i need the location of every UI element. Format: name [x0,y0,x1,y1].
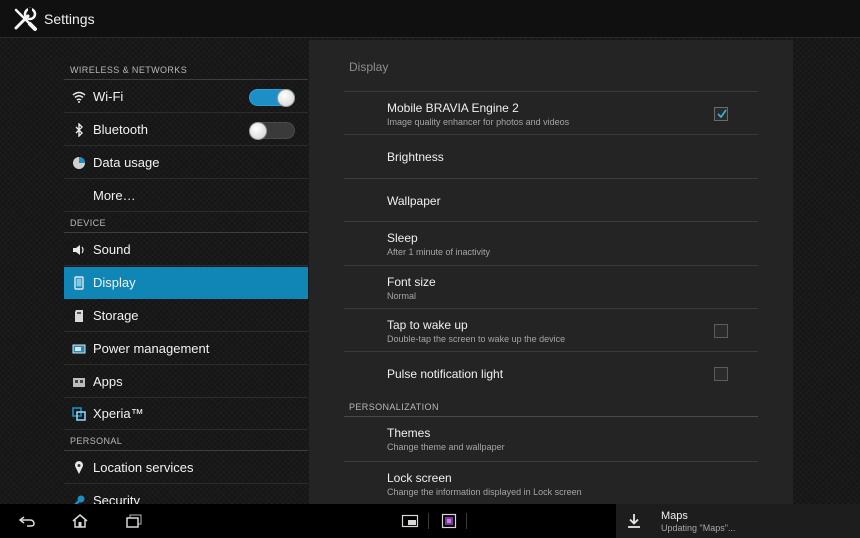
sidebar-item-label: Security [93,493,140,504]
security-icon [71,493,87,504]
bluetooth-toggle[interactable] [249,122,295,140]
setting-row-themes[interactable]: Themes Change theme and wallpaper [344,417,758,460]
section-header-personalization: PERSONALIZATION [349,402,439,412]
toggle-knob [249,122,267,140]
small-app-gallery-icon[interactable] [438,511,460,531]
display-icon [71,275,87,291]
sidebar-item-label: Power management [93,341,210,356]
setting-title: Themes [387,426,431,440]
wifi-icon [71,89,87,105]
sidebar-item-display[interactable]: Display [64,267,308,299]
setting-title: Pulse notification light [387,367,504,381]
sidebar-item-bluetooth[interactable]: Bluetooth [64,114,308,146]
action-bar: Settings [0,0,860,38]
setting-title: Tap to wake up [387,318,468,332]
storage-icon [71,308,87,324]
setting-row-wallpaper[interactable]: Wallpaper [344,178,758,221]
setting-subtitle: After 1 minute of inactivity [387,247,491,257]
setting-row-font-size[interactable]: Font size Normal [344,265,758,308]
sidebar-item-apps[interactable]: Apps [64,366,308,398]
wifi-toggle[interactable] [249,89,295,107]
sidebar-item-storage[interactable]: Storage [64,300,308,332]
setting-row-tap-to-wake[interactable]: Tap to wake up Double-tap the screen to … [344,308,758,351]
settings-sidebar: WIRELESS & NETWORKS Wi-Fi Bluetooth Data… [64,38,308,504]
sidebar-item-label: Location services [93,460,194,475]
setting-subtitle: Double-tap the screen to wake up the dev… [387,334,566,344]
section-divider [64,79,308,80]
setting-title: Font size [387,275,436,289]
setting-title: Sleep [387,231,418,245]
apps-icon [71,374,87,390]
wrench-screwdriver-icon[interactable] [11,5,39,33]
sidebar-item-label: Data usage [93,155,160,170]
sidebar-item-location-services[interactable]: Location services [64,452,308,484]
app-title: Settings [44,10,95,27]
sidebar-item-label: Apps [93,374,123,389]
download-icon [628,514,640,528]
display-settings-panel: Display Mobile BRAVIA Engine 2 Image qua… [309,40,793,504]
section-divider [64,232,308,233]
tap-to-wake-checkbox[interactable] [714,324,728,338]
xperia-icon [71,406,87,422]
home-icon[interactable] [69,511,91,531]
location-icon [71,460,87,476]
sidebar-item-label: Sound [93,242,131,257]
sidebar-item-label: More… [93,188,136,203]
toggle-knob [277,89,295,107]
section-header-device: DEVICE [70,218,106,228]
speaker-icon [71,242,87,258]
setting-subtitle: Image quality enhancer for photos and vi… [387,117,570,127]
sidebar-item-label: Storage [93,308,139,323]
panel-title: Display [349,60,389,74]
battery-icon [71,341,87,357]
navbar-divider [466,513,467,529]
section-divider [64,450,308,451]
setting-row-brightness[interactable]: Brightness [344,134,758,177]
data-usage-icon [71,155,87,171]
setting-row-bravia-engine[interactable]: Mobile BRAVIA Engine 2 Image quality enh… [344,91,758,134]
setting-row-pulse-notification[interactable]: Pulse notification light [344,351,758,394]
sidebar-item-xperia[interactable]: Xperia™ [64,398,308,430]
section-header-wireless: WIRELESS & NETWORKS [70,65,188,75]
checkmark-icon [717,109,727,119]
sidebar-item-label: Bluetooth [93,122,148,137]
system-navigation-bar: Maps Updating "Maps"... [0,504,860,538]
navbar-divider [428,513,429,529]
notification-title: Maps [661,509,688,522]
setting-row-sleep[interactable]: Sleep After 1 minute of inactivity [344,221,758,264]
sidebar-item-data-usage[interactable]: Data usage [64,147,308,179]
setting-subtitle: Normal [387,291,417,301]
sidebar-item-security[interactable]: Security [64,485,308,504]
sidebar-item-label: Xperia™ [93,406,144,421]
bravia-engine-checkbox[interactable] [714,107,728,121]
sidebar-item-sound[interactable]: Sound [64,234,308,266]
sidebar-item-more[interactable]: More… [64,180,308,212]
recent-apps-icon[interactable] [123,511,145,531]
setting-title: Brightness [387,150,444,164]
setting-title: Wallpaper [387,194,441,208]
setting-title: Mobile BRAVIA Engine 2 [387,101,519,115]
bluetooth-icon [71,122,87,138]
sidebar-item-label: Wi-Fi [93,89,124,104]
section-header-personal: PERSONAL [70,436,123,446]
setting-row-lock-screen[interactable]: Lock screen Change the information displ… [344,461,758,504]
pulse-notification-checkbox[interactable] [714,367,728,381]
setting-title: Lock screen [387,471,452,485]
back-icon[interactable] [16,511,38,531]
sidebar-item-wifi[interactable]: Wi-Fi [64,81,308,113]
sidebar-item-label: Display [93,275,136,290]
setting-subtitle: Change theme and wallpaper [387,442,505,452]
setting-subtitle: Change the information displayed in Lock… [387,487,582,497]
small-app-window-icon[interactable] [399,511,421,531]
notification-subtitle: Updating "Maps"... [661,522,736,533]
notification-download[interactable]: Maps Updating "Maps"... [616,504,860,538]
sidebar-item-power-management[interactable]: Power management [64,333,308,365]
